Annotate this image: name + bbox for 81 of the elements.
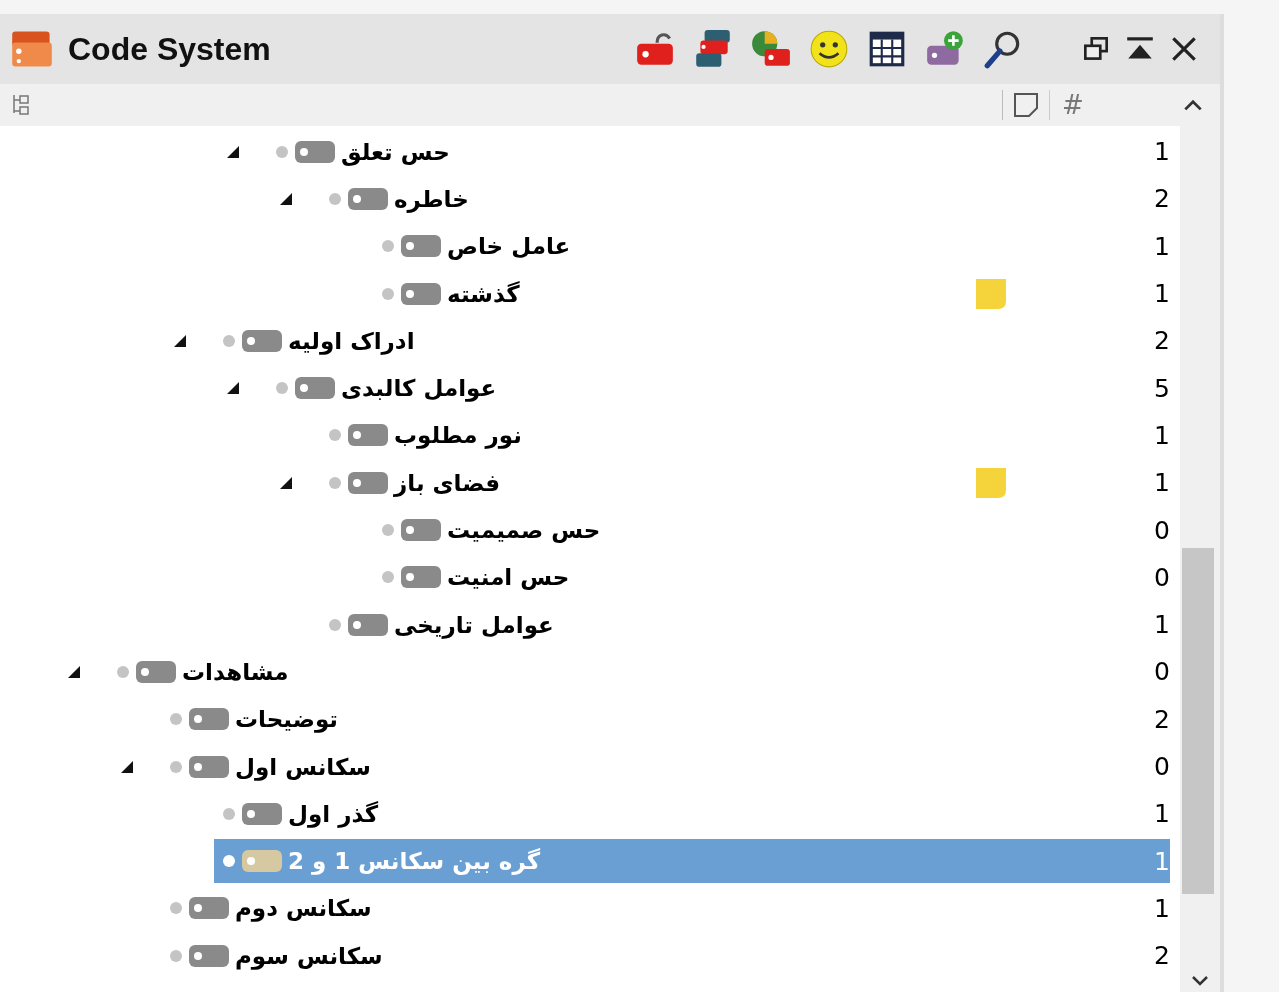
code-tag-icon: [189, 897, 229, 920]
status-dot-icon: [169, 901, 183, 916]
code-tag-icon: [401, 235, 441, 258]
status-dot-icon: [328, 191, 342, 206]
code-tag-icon: [242, 850, 282, 873]
code-tag-icon: [348, 471, 388, 494]
code-label: حس امنیت: [447, 564, 570, 591]
code-label: سکانس اول: [235, 753, 371, 780]
code-label: ادراک اولیه: [288, 327, 415, 354]
status-dot-icon: [222, 333, 236, 348]
code-label: مشاهدات: [182, 658, 289, 685]
coded-segment-count: 1: [1153, 846, 1170, 876]
status-dot-icon: [275, 381, 289, 396]
status-dot-icon: [381, 239, 395, 254]
coded-segment-count: 1: [1153, 137, 1170, 167]
code-label: حس صمیمیت: [447, 517, 601, 543]
coded-segment-count: 0: [1153, 752, 1170, 781]
code-label: عوامل تاریخی: [394, 611, 554, 638]
status-dot-icon: [275, 144, 289, 159]
code-tag-icon: [242, 329, 282, 352]
status-dot-icon: [381, 523, 395, 537]
code-label: گذشته: [447, 280, 520, 307]
coded-segment-count: 2: [1153, 941, 1170, 971]
coded-segment-count: 1: [1153, 231, 1170, 261]
code-tag-icon: [189, 755, 229, 778]
status-dot-icon: [328, 617, 342, 632]
status-dot-icon: [328, 475, 342, 490]
status-dot-icon: [169, 712, 183, 727]
status-dot-icon: [116, 664, 130, 679]
code-label: سکانس دوم: [235, 895, 372, 922]
coded-segment-count: 1: [1153, 799, 1170, 829]
code-label: حس تعلق: [341, 138, 450, 165]
code-tag-icon: [401, 282, 441, 305]
code-tag-icon: [295, 377, 335, 400]
code-label: گذر اول: [288, 800, 379, 827]
coded-segment-count: 0: [1153, 562, 1170, 592]
code-tag-icon: [401, 519, 441, 541]
code-label: عوامل کالبدی: [341, 375, 497, 402]
status-dot-icon: [381, 570, 395, 585]
smiley-icon[interactable]: [808, 28, 850, 70]
code-label: خاطره: [394, 185, 469, 212]
scroll-up-icon[interactable]: [1182, 97, 1204, 113]
coded-segment-count: 1: [1153, 468, 1170, 498]
tree-structure-icon[interactable]: [10, 93, 30, 117]
coded-segment-count: 1: [1153, 420, 1170, 450]
code-tag-icon: [136, 660, 176, 683]
code-tag-icon: [189, 708, 229, 731]
code-tag-icon: [189, 944, 229, 967]
coded-segment-count: 1: [1153, 279, 1170, 309]
code-tag-icon: [242, 802, 282, 825]
coded-segment-count: 1: [1153, 893, 1170, 923]
code-tag-icon: [348, 613, 388, 636]
status-dot-icon: [169, 948, 183, 963]
code-tag-icon: [295, 140, 335, 163]
coded-segment-count: 0: [1153, 515, 1170, 545]
count-column-header[interactable]: #: [1049, 90, 1182, 120]
code-label: فضای باز: [394, 469, 500, 496]
status-dot-icon: [222, 806, 236, 821]
code-tag-icon: [348, 424, 388, 447]
code-label: گره بین سکانس 1 و 2: [288, 848, 541, 875]
coded-segment-count: 2: [1153, 184, 1170, 214]
status-dot-icon: [328, 428, 342, 443]
scroll-down-icon[interactable]: [1190, 974, 1210, 988]
expanded-triangle-icon[interactable]: [225, 380, 241, 397]
status-dot-icon: [381, 286, 395, 301]
status-dot-icon: [222, 854, 236, 869]
scrollbar-thumb[interactable]: [1182, 548, 1214, 894]
code-label: نور مطلوب: [394, 422, 522, 449]
code-label: عامل خاص: [447, 233, 571, 260]
code-label: سکانس سوم: [235, 942, 383, 969]
code-label: توضیحات: [235, 706, 338, 733]
coded-segment-count: 1: [1153, 610, 1170, 640]
code-tag-icon: [401, 566, 441, 589]
code-system-icon: [10, 29, 54, 69]
coded-segment-count: 2: [1153, 704, 1170, 734]
status-dot-icon: [169, 759, 183, 774]
coded-segment-count: 2: [1153, 326, 1170, 356]
window-title: Code System: [68, 30, 271, 68]
code-tag-icon: [348, 187, 388, 210]
coded-segment-count: 5: [1153, 373, 1170, 403]
coded-segment-count: 0: [1153, 657, 1170, 687]
